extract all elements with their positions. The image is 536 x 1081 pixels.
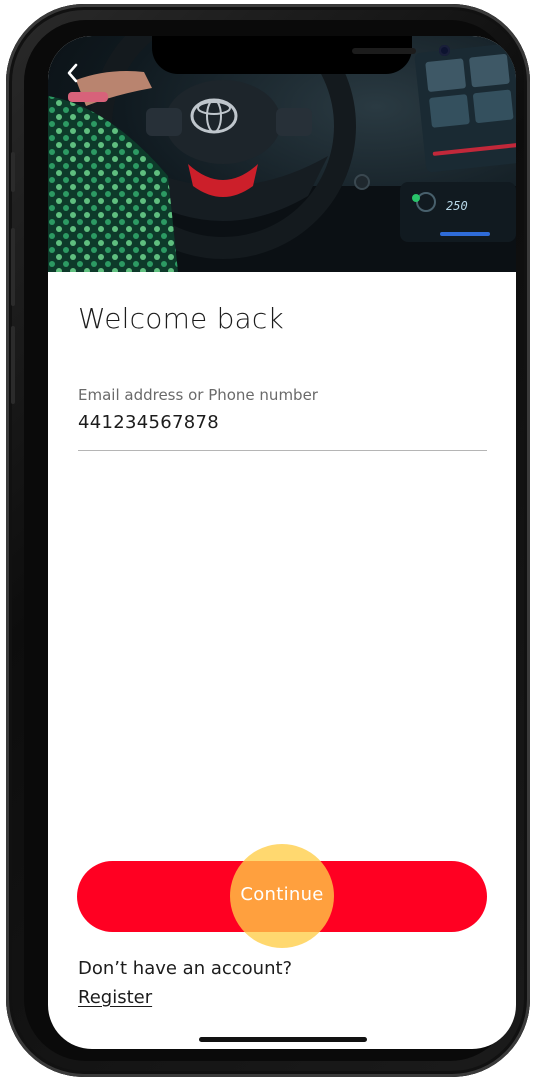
continue-button-label: Continue [240,884,324,905]
chevron-left-icon [67,63,78,83]
identifier-field-label: Email address or Phone number [78,386,318,404]
svg-text:250: 250 [446,199,468,213]
phone-side-button [11,152,15,192]
home-indicator[interactable] [199,1037,367,1042]
phone-volume-up-button [11,228,15,306]
page-title: Welcome back [78,302,284,335]
identifier-input[interactable] [78,412,478,433]
no-account-text: Don’t have an account? [78,958,293,979]
identifier-field[interactable]: Email address or Phone number [78,384,487,451]
register-link[interactable]: Register [78,987,152,1008]
infotainment-screen [414,43,516,173]
device-notch [152,36,450,74]
back-button[interactable] [58,58,88,88]
app-screen: 250 Welcome back Email address or Phone … [48,36,516,1049]
earpiece-speaker [352,48,416,54]
phone-volume-down-button [11,326,15,404]
front-camera [439,45,450,56]
climate-panel: 250 [400,182,516,242]
